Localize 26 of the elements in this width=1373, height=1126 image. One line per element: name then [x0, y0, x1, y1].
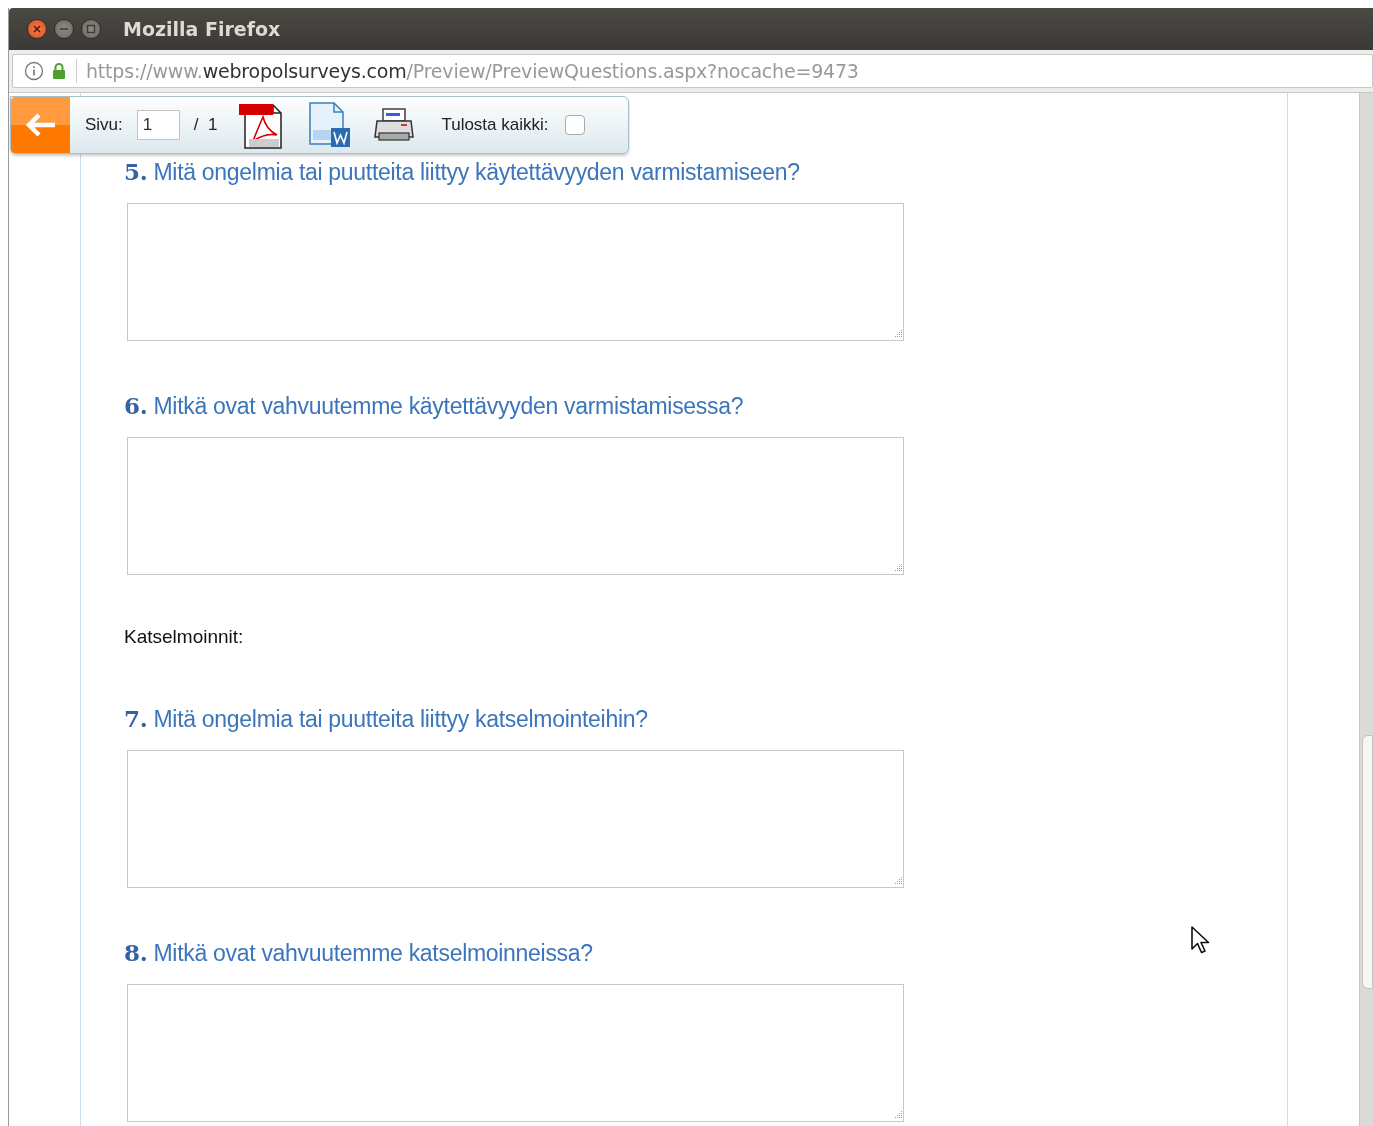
- window-title: Mozilla Firefox: [123, 18, 281, 40]
- maximize-icon: [86, 24, 96, 34]
- maximize-button[interactable]: [81, 19, 101, 39]
- printer-icon[interactable]: [373, 107, 416, 143]
- back-button[interactable]: [11, 97, 70, 153]
- url-text: https://www.webropolsurveys.com/Preview/PreviewQuestions.aspx?nocache=9473: [86, 60, 859, 82]
- scrollbar-thumb[interactable]: [1362, 735, 1373, 989]
- close-icon: [32, 24, 42, 34]
- arrow-left-icon: [23, 112, 58, 138]
- scrollbar[interactable]: [1359, 93, 1373, 1126]
- mouse-pointer-icon: [1190, 925, 1212, 955]
- minimize-button[interactable]: [54, 19, 74, 39]
- lock-icon: [52, 62, 66, 80]
- close-button[interactable]: [27, 19, 47, 39]
- print-all-label: Tulosta kaikki:: [441, 115, 549, 135]
- page-input[interactable]: 1: [136, 110, 180, 140]
- page-total: / 1: [193, 115, 218, 135]
- address-bar[interactable]: https://www.webropolsurveys.com/Preview/PreviewQuestions.aspx?nocache=9473: [12, 54, 1373, 88]
- question-title: 8. Mitkä ovat vahvuutemme katselmoinneissa?: [124, 938, 593, 968]
- question-title: 5. Mitä ongelmia tai puutteita liittyy käytettävyyden varmistamiseen?: [124, 157, 800, 187]
- question-title: 7. Mitä ongelmia tai puutteita liittyy katselmointeihin?: [124, 704, 648, 734]
- page-label: Sivu:: [85, 115, 123, 135]
- question-title: 6. Mitkä ovat vahvuutemme käytettävyyden varmistamisessa?: [124, 391, 744, 421]
- section-label: Katselmoinnit:: [124, 625, 245, 649]
- info-icon[interactable]: [24, 61, 44, 81]
- print-all-checkbox[interactable]: [564, 115, 585, 135]
